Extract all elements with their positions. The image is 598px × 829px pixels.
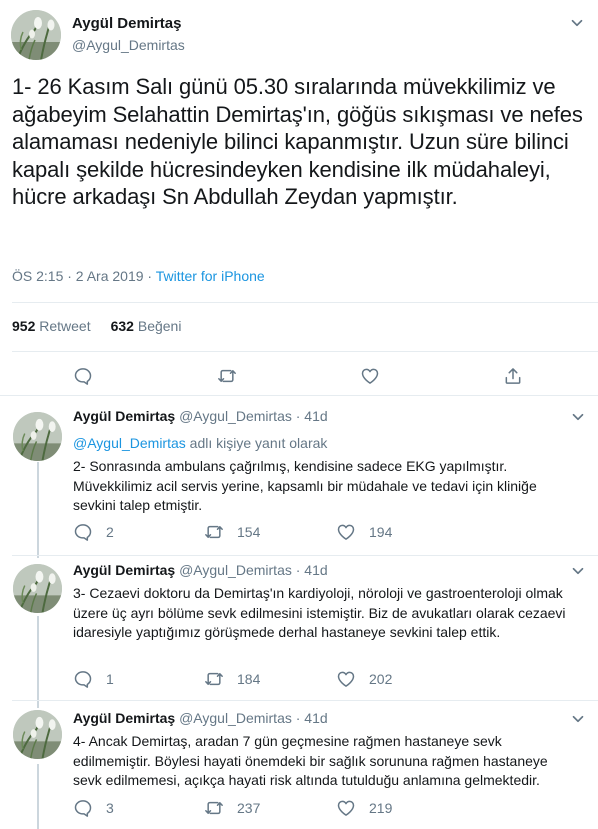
divider [12, 700, 598, 701]
main-tweet: Aygül Demirtaş @Aygul_Demirtas 1- 26 Kas… [0, 0, 598, 395]
author-name[interactable]: Aygül Demirtaş [73, 710, 175, 726]
reply-action-bar: 1 184 202 [0, 669, 598, 691]
retweet-button[interactable]: 154 [204, 522, 260, 542]
reply-count: 3 [106, 800, 114, 816]
author-handle[interactable]: @Aygul_Demirtas [179, 710, 292, 726]
mention-link[interactable]: @Aygul_Demirtas [73, 435, 186, 451]
tweet-timestamp[interactable]: ÖS 2:15 · 2 Ara 2019 [12, 268, 144, 284]
avatar-image [13, 564, 62, 613]
reply-button[interactable]: 3 [73, 798, 114, 818]
reply-icon [73, 798, 93, 818]
replying-to: @Aygul_Demirtas adlı kişiye yanıt olarak [73, 435, 327, 451]
chevron-down-icon[interactable] [569, 562, 587, 580]
author-handle[interactable]: @Aygul_Demirtas [179, 562, 292, 578]
share-icon [503, 366, 523, 386]
chevron-down-icon[interactable] [568, 14, 586, 32]
reply-header: Aygül Demirtaş @Aygul_Demirtas · 41d [73, 710, 328, 726]
heart-icon [360, 366, 380, 386]
like-button[interactable] [360, 366, 380, 386]
reply-icon [73, 669, 93, 689]
avatar[interactable] [11, 10, 61, 60]
thread-line [37, 462, 39, 558]
reply-tweet[interactable]: Aygül Demirtaş @Aygul_Demirtas · 41d 4- … [0, 710, 598, 829]
like-button[interactable]: 202 [336, 669, 392, 689]
retweet-count: 184 [237, 671, 261, 687]
reply-header: Aygül Demirtaş @Aygul_Demirtas · 41d [73, 408, 328, 424]
avatar[interactable] [13, 412, 62, 461]
reply-button[interactable]: 2 [73, 522, 114, 542]
retweet-icon [204, 522, 224, 542]
reply-action-bar: 3 237 219 [0, 798, 598, 820]
heart-icon [336, 798, 356, 818]
reply-text: 4- Ancak Demirtaş, aradan 7 gün geçmesin… [73, 733, 548, 788]
author-name[interactable]: Aygül Demirtaş [73, 562, 175, 578]
author-name[interactable]: Aygül Demirtaş [72, 15, 181, 32]
thread-line [37, 616, 39, 708]
retweet-icon [217, 366, 237, 386]
reply-icon [73, 522, 93, 542]
retweet-icon [204, 798, 224, 818]
like-stat[interactable]: 632 Beğeni [111, 318, 182, 334]
heart-icon [336, 522, 356, 542]
like-count: 202 [369, 671, 393, 687]
like-button[interactable]: 219 [336, 798, 392, 818]
tweet-stats: 952 Retweet 632 Beğeni [12, 318, 181, 334]
reply-time[interactable]: · 41d [296, 562, 328, 578]
like-label: Beğeni [137, 318, 182, 334]
divider [12, 555, 598, 556]
tweet-source-link[interactable]: Twitter for iPhone [156, 268, 265, 284]
reply-time[interactable]: · 41d [296, 710, 328, 726]
retweet-button[interactable]: 184 [204, 669, 260, 689]
retweet-button[interactable] [217, 366, 237, 386]
replying-suffix: adlı kişiye yanıt olarak [185, 435, 328, 451]
divider [0, 395, 598, 396]
retweet-count: 154 [237, 524, 261, 540]
reply-header: Aygül Demirtaş @Aygul_Demirtas · 41d [73, 562, 328, 578]
reply-button[interactable]: 1 [73, 669, 114, 689]
avatar-image [13, 412, 62, 461]
divider [12, 302, 598, 303]
reply-action-bar: 2 154 194 [0, 522, 598, 544]
reply-time[interactable]: · 41d [296, 408, 328, 424]
like-button[interactable]: 194 [336, 522, 392, 542]
reply-button[interactable] [73, 366, 93, 386]
reply-count: 2 [106, 524, 114, 540]
share-button[interactable] [503, 366, 523, 386]
retweet-count: 952 [12, 318, 36, 334]
author-handle[interactable]: @Aygul_Demirtas [72, 37, 185, 53]
chevron-down-icon[interactable] [569, 408, 587, 426]
main-action-bar [0, 366, 598, 388]
retweet-label: Retweet [39, 318, 91, 334]
reply-icon [73, 366, 93, 386]
author-handle[interactable]: @Aygul_Demirtas [179, 408, 292, 424]
reply-tweet[interactable]: Aygül Demirtaş @Aygul_Demirtas · 41d 3- … [0, 562, 598, 699]
tweet-text: 1- 26 Kasım Salı günü 05.30 sıralarında … [12, 74, 583, 209]
tweet-meta: ÖS 2:15 · 2 Ara 2019 · Twitter for iPhon… [12, 268, 265, 284]
divider [12, 351, 598, 352]
avatar-image [11, 10, 61, 60]
chevron-down-icon[interactable] [569, 710, 587, 728]
avatar[interactable] [13, 564, 62, 613]
author-name[interactable]: Aygül Demirtaş [73, 408, 175, 424]
thread-line [37, 764, 39, 829]
like-count: 194 [369, 524, 393, 540]
reply-tweet[interactable]: Aygül Demirtaş @Aygul_Demirtas · 41d @Ay… [0, 408, 598, 555]
like-count: 632 [110, 318, 134, 334]
reply-text: 3- Cezaevi doktoru da Demirtaş'ın kardiy… [73, 585, 566, 640]
retweet-button[interactable]: 237 [204, 798, 260, 818]
reply-count: 1 [106, 671, 114, 687]
retweet-count: 237 [237, 800, 261, 816]
avatar-image [13, 710, 62, 759]
avatar[interactable] [13, 710, 62, 759]
like-count: 219 [369, 800, 393, 816]
retweet-stat[interactable]: 952 Retweet [12, 318, 91, 334]
retweet-icon [204, 669, 224, 689]
meta-separator: · [143, 268, 156, 284]
heart-icon [336, 669, 356, 689]
reply-text: 2- Sonrasında ambulans çağrılmış, kendis… [73, 458, 537, 513]
